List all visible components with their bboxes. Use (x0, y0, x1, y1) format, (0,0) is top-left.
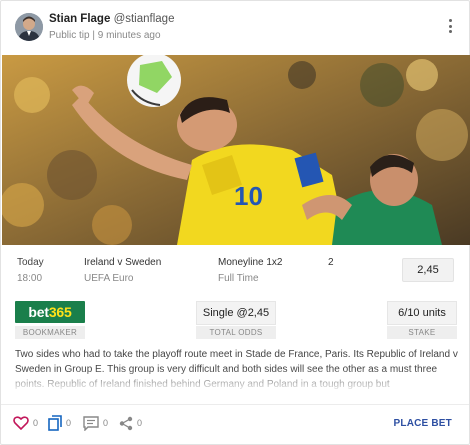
odds-badge[interactable]: 2,45 (402, 258, 454, 282)
author-handle[interactable]: @stianflage (114, 13, 175, 25)
like-count: 0 (33, 418, 39, 428)
copy-icon (48, 415, 62, 431)
match-teams[interactable]: Ireland v Sweden (84, 257, 161, 268)
dot (448, 30, 452, 33)
copy-count: 0 (66, 418, 72, 428)
match-competition: UEFA Euro (84, 273, 134, 284)
author-name[interactable]: Stian Flage (49, 13, 110, 25)
stake-value: 6/10 units (387, 301, 457, 325)
bookmaker-logo-text: bet (28, 304, 49, 320)
total-odds-label: TOTAL ODDS (196, 326, 276, 339)
comment-icon (83, 415, 99, 431)
description-fade (1, 369, 469, 393)
share-button[interactable]: 0 (119, 414, 142, 432)
bookmaker-logo[interactable]: bet 365 (15, 301, 85, 323)
heart-icon (13, 416, 29, 430)
avatar[interactable] (15, 13, 43, 41)
bet-market: Moneyline 1x2 (218, 257, 283, 268)
jersey-number: 10 (234, 181, 263, 211)
comment-count: 0 (103, 418, 109, 428)
bet-period: Full Time (218, 273, 259, 284)
tip-card: Stian Flage @stianflage Public tip | 9 m… (0, 0, 470, 445)
copy-tip-button[interactable]: 0 (48, 414, 71, 432)
share-icon (119, 416, 133, 430)
place-bet-button[interactable]: PLACE BET (394, 418, 452, 429)
bet-selection: 2 (328, 257, 334, 268)
match-row: Today 18:00 Ireland v Sweden UEFA Euro M… (1, 254, 469, 290)
match-photo: 10 (2, 55, 470, 245)
author-line: Stian Flage @stianflage (49, 13, 174, 25)
stake-label: STAKE (387, 326, 457, 339)
dot (448, 24, 452, 28)
tip-meta: Public tip | 9 minutes ago (49, 30, 161, 41)
share-count: 0 (137, 418, 143, 428)
match-time: 18:00 (17, 273, 43, 284)
bookmaker-logo-number: 365 (48, 304, 72, 320)
tip-header: Stian Flage @stianflage Public tip | 9 m… (1, 1, 469, 53)
footer-divider (1, 404, 469, 405)
match-date: Today (17, 257, 44, 268)
more-options-icon[interactable] (443, 17, 457, 35)
like-button[interactable]: 0 (13, 414, 38, 432)
dot (448, 19, 452, 22)
comment-button[interactable]: 0 (83, 414, 108, 432)
bookmaker-label: BOOKMAKER (15, 326, 85, 339)
total-odds-value: Single @2,45 (196, 301, 276, 325)
